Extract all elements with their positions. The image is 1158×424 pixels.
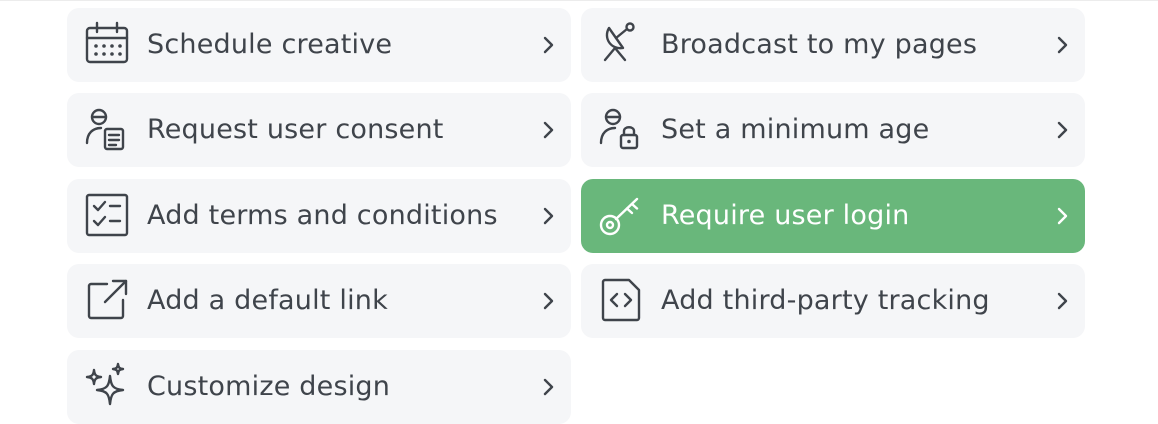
chevron-right-icon [539,35,557,55]
option-label: Broadcast to my pages [661,29,978,60]
option-request-user-consent[interactable]: Request user consent [67,93,571,167]
key-icon [597,191,645,239]
option-label: Schedule creative [147,29,393,60]
option-customize-design[interactable]: Customize design [67,350,571,424]
top-divider [0,0,1158,1]
option-add-third-party-tracking[interactable]: Add third-party tracking [581,264,1085,338]
option-set-a-minimum-age[interactable]: Set a minimum age [581,93,1085,167]
chevron-right-icon [1053,35,1071,55]
user-lock-icon [597,105,645,153]
chevron-right-icon [539,120,557,140]
option-label: Add terms and conditions [147,200,498,231]
calendar-icon [83,20,131,68]
option-label: Add a default link [147,285,388,316]
option-schedule-creative[interactable]: Schedule creative [67,8,571,82]
option-add-a-default-link[interactable]: Add a default link [67,264,571,338]
chevron-right-icon [539,291,557,311]
option-label: Set a minimum age [661,114,930,145]
chevron-right-icon [1053,206,1071,226]
chevron-right-icon [539,377,557,397]
checklist-icon [83,191,131,239]
option-broadcast-to-my-pages[interactable]: Broadcast to my pages [581,8,1085,82]
satellite-dish-icon [597,20,645,68]
chevron-right-icon [1053,120,1071,140]
option-label: Add third-party tracking [661,285,990,316]
chevron-right-icon [539,206,557,226]
code-file-icon [597,276,645,324]
option-require-user-login[interactable]: Require user login [581,179,1085,253]
option-label: Customize design [147,371,391,402]
option-add-terms-and-conditions[interactable]: Add terms and conditions [67,179,571,253]
option-label: Request user consent [147,114,444,145]
sparkles-icon [83,362,131,410]
chevron-right-icon [1053,291,1071,311]
user-document-icon [83,105,131,153]
external-link-icon [83,276,131,324]
option-label: Require user login [661,200,910,231]
